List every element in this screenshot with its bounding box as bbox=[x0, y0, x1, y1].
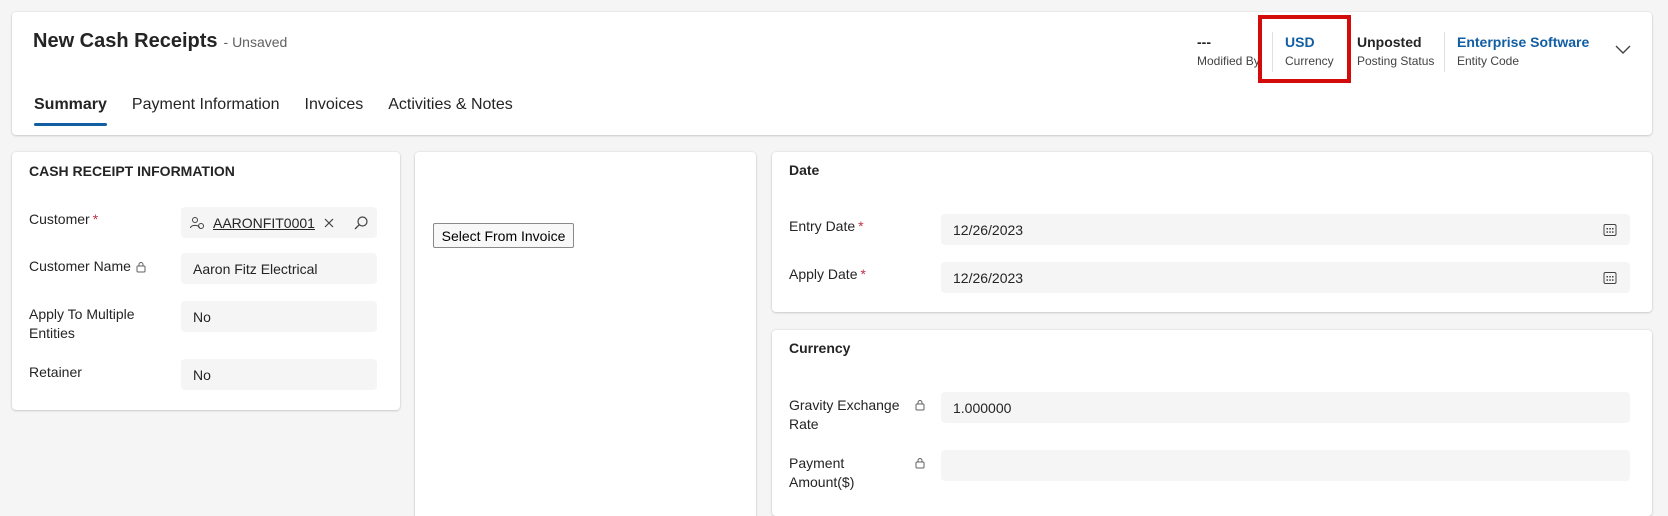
currency-section-title: Currency bbox=[789, 340, 851, 356]
chevron-down-icon[interactable] bbox=[1613, 40, 1633, 60]
posting-status-field: Unposted Posting Status bbox=[1357, 32, 1434, 70]
apply-date-label-text: Apply Date bbox=[789, 266, 858, 282]
lock-icon bbox=[915, 458, 925, 469]
tab-invoices[interactable]: Invoices bbox=[305, 96, 364, 126]
entity-code-field[interactable]: Enterprise Software Entity Code bbox=[1457, 32, 1589, 70]
invoice-selection-section: Select From Invoice bbox=[415, 152, 756, 516]
lock-icon bbox=[136, 262, 146, 273]
retainer-field[interactable]: No bbox=[181, 359, 377, 390]
posting-status-value: Unposted bbox=[1357, 34, 1422, 50]
entity-code-label: Entity Code bbox=[1457, 54, 1520, 68]
cash-receipt-information-section: CASH RECEIPT INFORMATION Customer * AARON… bbox=[12, 152, 400, 410]
select-from-invoice-button[interactable]: Select From Invoice bbox=[433, 223, 574, 248]
entry-date-label: Entry Date * bbox=[789, 218, 864, 234]
customer-name-label-text: Customer Name bbox=[29, 258, 131, 274]
apply-date-field[interactable]: 12/26/2023 bbox=[941, 262, 1630, 293]
search-icon[interactable] bbox=[353, 215, 369, 231]
entity-code-value[interactable]: Enterprise Software bbox=[1457, 32, 1589, 52]
payment-label-line-1: Payment bbox=[789, 455, 845, 471]
gravity-exchange-rate-field[interactable]: 1.000000 bbox=[941, 392, 1630, 423]
apply-date-label: Apply Date * bbox=[789, 266, 866, 282]
apply-multiple-entities-label: Apply To Multiple Entities bbox=[29, 305, 135, 343]
customer-name-label: Customer Name bbox=[29, 258, 147, 274]
required-mark: * bbox=[860, 266, 866, 282]
calendar-icon[interactable] bbox=[1602, 222, 1618, 238]
tab-list: Summary Payment Information Invoices Act… bbox=[34, 96, 538, 126]
modified-by-field: --- Modified By bbox=[1197, 32, 1260, 70]
tab-summary[interactable]: Summary bbox=[34, 96, 107, 126]
currency-section: Currency Gravity Exchange Rate 1.000000 … bbox=[772, 330, 1652, 516]
date-section: Date Entry Date * 12/26/2023 Apply Date * … bbox=[772, 152, 1652, 312]
customer-account-icon bbox=[190, 216, 204, 229]
exchange-label-line-2: Rate bbox=[789, 416, 819, 432]
posting-status-label: Posting Status bbox=[1357, 54, 1435, 68]
modified-by-label: Modified By bbox=[1197, 54, 1260, 68]
lock-icon bbox=[915, 400, 925, 411]
gravity-exchange-rate-label: Gravity Exchange Rate bbox=[789, 396, 900, 434]
required-mark: * bbox=[858, 218, 864, 234]
title-row: New Cash Receipts - Unsaved bbox=[33, 30, 287, 53]
customer-label: Customer * bbox=[29, 211, 98, 227]
close-icon[interactable] bbox=[323, 217, 335, 229]
required-mark: * bbox=[92, 211, 99, 227]
exchange-label-line-1: Gravity Exchange bbox=[789, 397, 900, 413]
date-section-title: Date bbox=[789, 162, 820, 178]
apply-date-value: 12/26/2023 bbox=[953, 269, 1024, 286]
modified-by-value: --- bbox=[1197, 34, 1211, 50]
customer-label-text: Customer bbox=[29, 211, 90, 227]
calendar-icon[interactable] bbox=[1602, 270, 1618, 286]
entry-date-field[interactable]: 12/26/2023 bbox=[941, 214, 1630, 245]
apply-multiple-label-line-2: Entities bbox=[29, 325, 75, 341]
apply-multiple-label-line-1: Apply To Multiple bbox=[29, 306, 135, 322]
record-header: New Cash Receipts - Unsaved --- Modified… bbox=[12, 12, 1652, 135]
retainer-label: Retainer bbox=[29, 364, 82, 380]
customer-name-field[interactable]: Aaron Fitz Electrical bbox=[181, 253, 377, 284]
customer-lookup-value[interactable]: AARONFIT0001 bbox=[213, 215, 315, 231]
payment-amount-label: Payment Amount($) bbox=[789, 454, 854, 492]
section-title: CASH RECEIPT INFORMATION bbox=[29, 163, 235, 179]
payment-amount-field[interactable] bbox=[941, 450, 1630, 481]
payment-label-line-2: Amount($) bbox=[789, 474, 855, 490]
header-divider bbox=[1444, 32, 1445, 72]
tab-payment-information[interactable]: Payment Information bbox=[132, 96, 280, 126]
apply-multiple-entities-field[interactable]: No bbox=[181, 301, 377, 332]
tab-activities-notes[interactable]: Activities & Notes bbox=[388, 96, 512, 126]
unsaved-indicator: - Unsaved bbox=[223, 34, 288, 50]
customer-lookup[interactable]: AARONFIT0001 bbox=[181, 207, 377, 238]
page-title: New Cash Receipts bbox=[33, 30, 218, 52]
currency-highlight-box bbox=[1258, 15, 1351, 83]
entry-date-value: 12/26/2023 bbox=[953, 221, 1024, 238]
entry-date-label-text: Entry Date bbox=[789, 218, 856, 234]
